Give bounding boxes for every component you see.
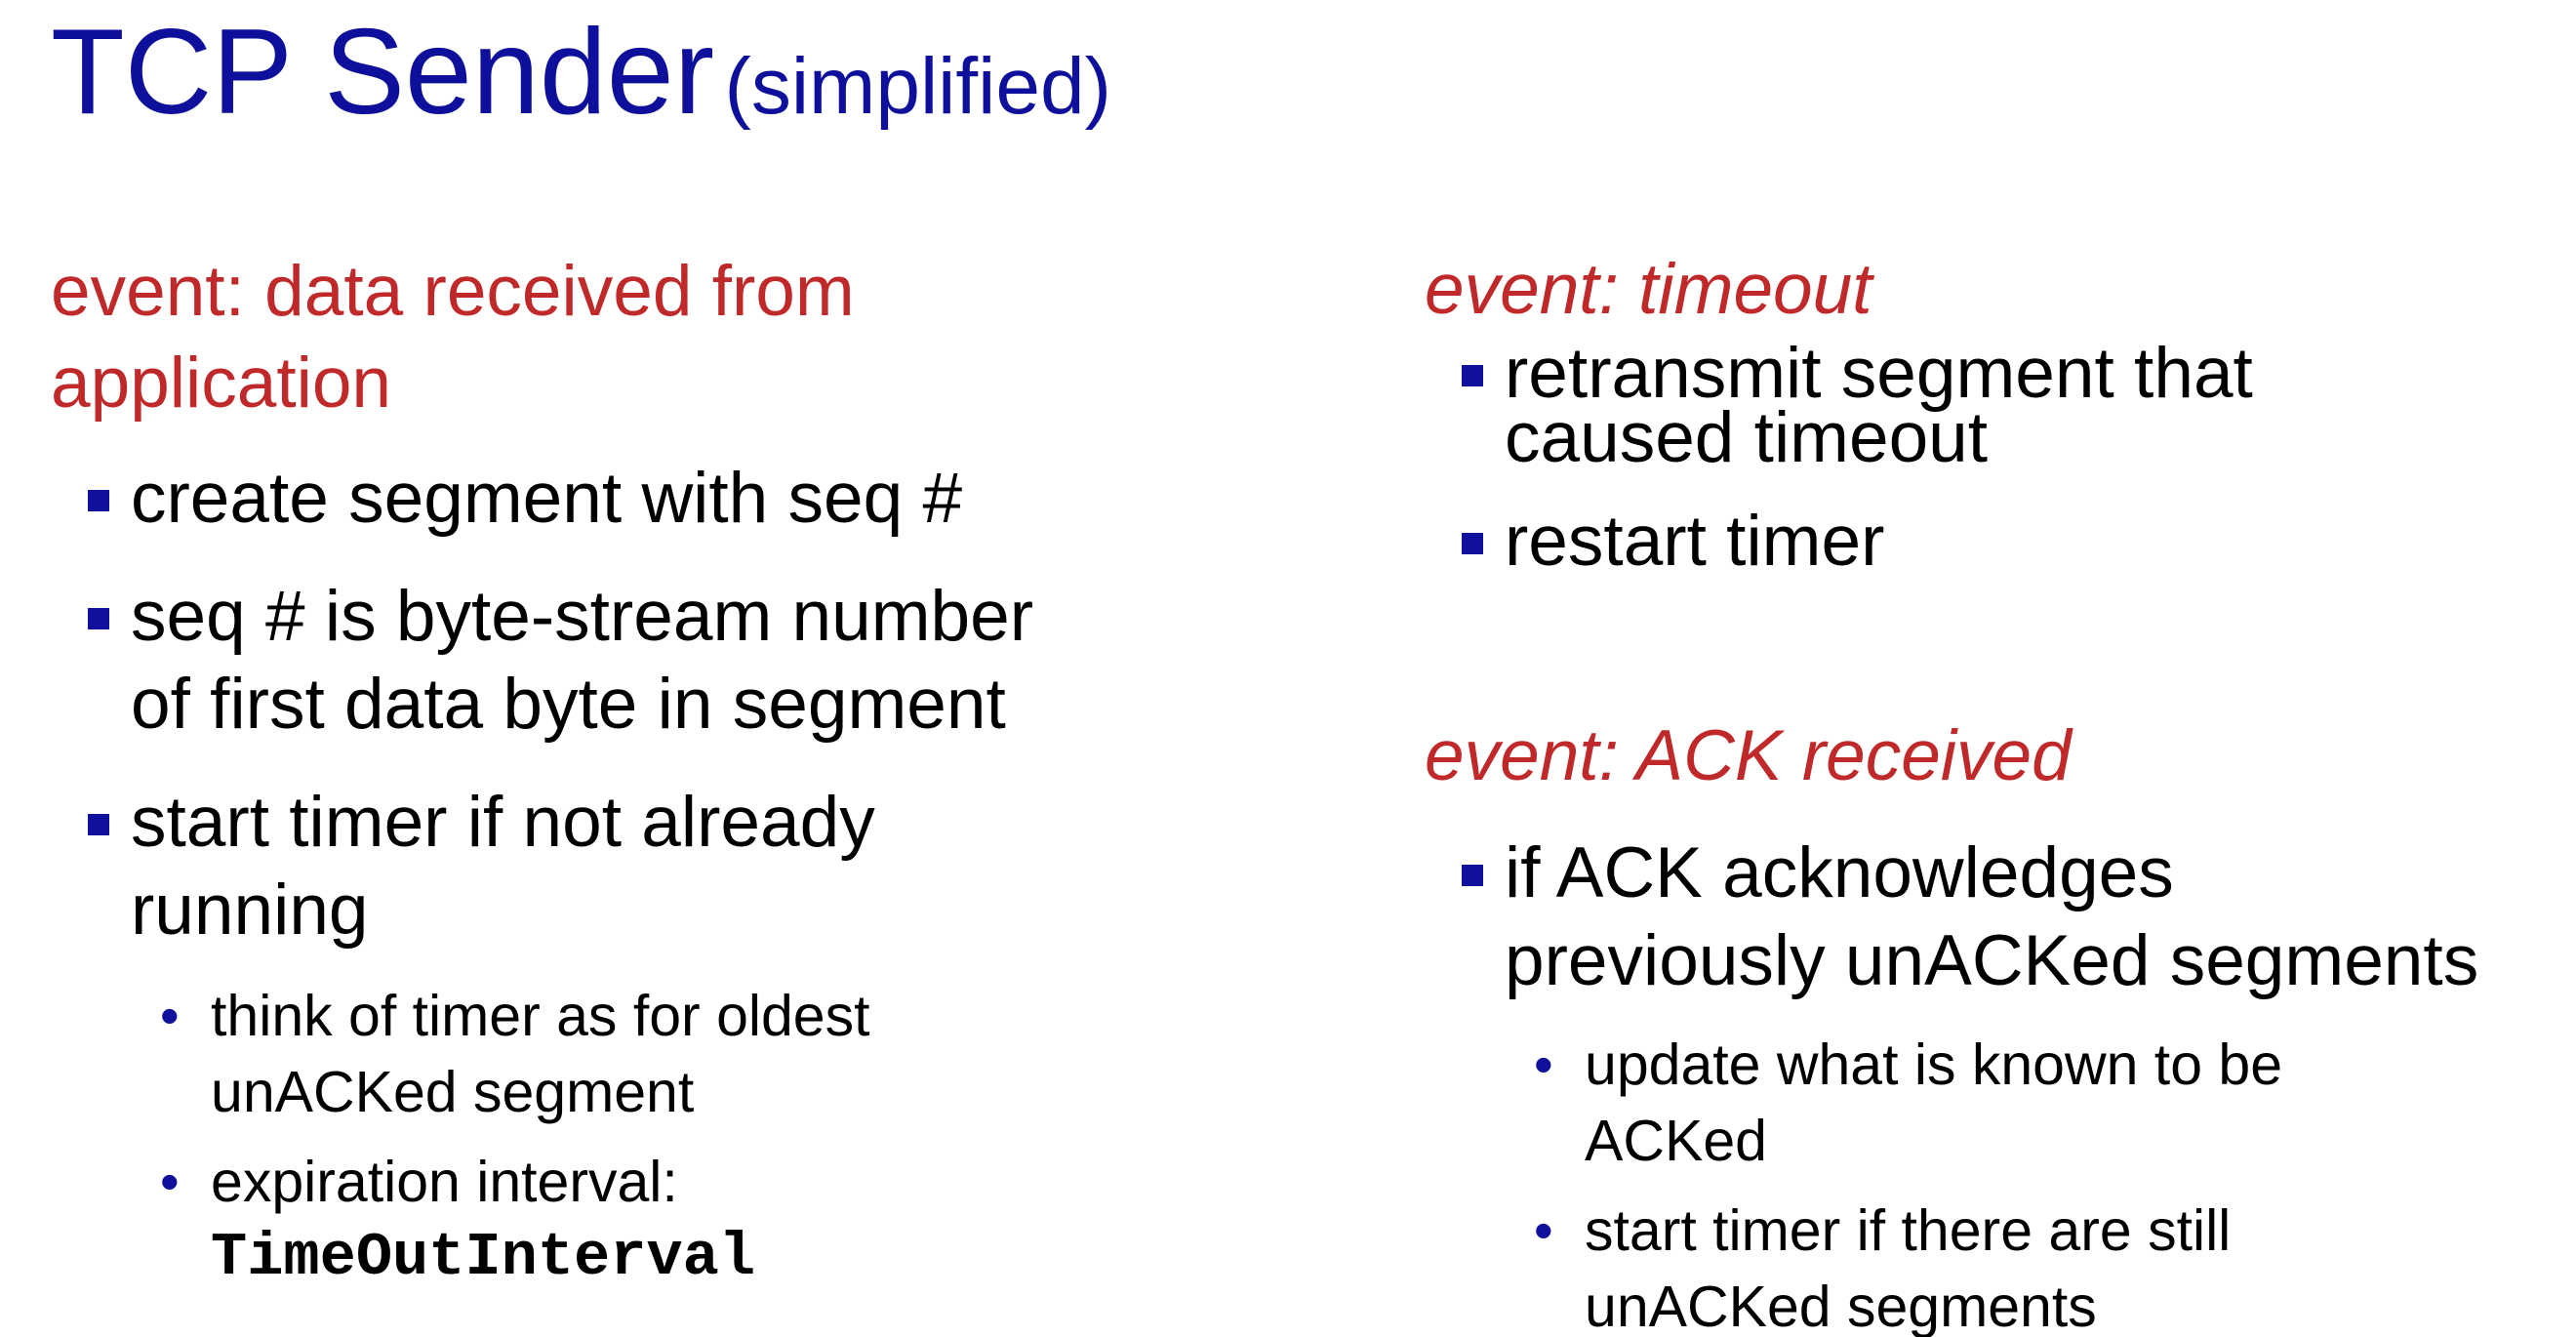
bullet-seq-number: seq # is byte-stream number of first dat… (88, 573, 1034, 749)
sub-bullet-expiration-interval: • expiration interval: TimeOutInterval (160, 1144, 756, 1296)
bullet-text: caused timeout (1505, 398, 1989, 477)
bullet-ack-acknowledges: if ACK acknowledges previously unACKed s… (1462, 830, 2479, 1005)
page-title: TCP Sender (simplified) (51, 12, 1111, 133)
event-heading-line: event: data received from (51, 252, 855, 331)
square-bullet-icon (88, 608, 109, 629)
event-data-received-heading: event: data received from application (51, 246, 855, 429)
round-bullet-icon: • (160, 985, 180, 1046)
bullet-text: restart timer (1505, 502, 1885, 581)
square-bullet-icon (1462, 533, 1483, 554)
sub-bullet-text: think of timer as for oldest (211, 984, 870, 1048)
title-sub: (simplified) (724, 42, 1111, 131)
bullet-create-segment: create segment with seq # (88, 455, 963, 543)
bullet-restart-timer: restart timer (1462, 498, 1885, 586)
sub-bullet-text: start timer if there are still (1585, 1198, 2232, 1263)
sub-bullet-oldest-timer: • think of timer as for oldest unACKed s… (160, 978, 870, 1130)
bullet-text: create segment with seq # (131, 459, 963, 538)
bullet-start-timer: start timer if not already running (88, 779, 875, 954)
sub-bullet-start-timer-still: • start timer if there are still unACKed… (1534, 1193, 2232, 1337)
bullet-text: if ACK acknowledges (1505, 833, 2174, 912)
sub-bullet-text: unACKed segment (211, 1060, 695, 1124)
square-bullet-icon (88, 814, 109, 835)
event-ack-received-heading: event: ACK received (1425, 716, 2072, 795)
sub-bullet-text: ACKed (1585, 1109, 1767, 1173)
title-main: TCP Sender (51, 5, 715, 140)
round-bullet-icon: • (1534, 1033, 1553, 1095)
bullet-text: running (131, 871, 369, 950)
sub-bullet-update-known: • update what is known to be ACKed (1534, 1027, 2283, 1179)
bullet-retransmit: retransmit segment that caused timeout (1462, 334, 2253, 477)
bullet-text: start timer if not already (131, 783, 875, 862)
bullet-text: retransmit segment that (1505, 334, 2253, 413)
bullet-text: of first data byte in segment (131, 665, 1006, 744)
sub-bullet-text: unACKed segments (1585, 1275, 2097, 1337)
round-bullet-icon: • (160, 1151, 180, 1212)
timeout-interval-code: TimeOutInterval (211, 1223, 756, 1292)
event-heading-line: application (51, 344, 392, 423)
round-bullet-icon: • (1534, 1199, 1553, 1261)
bullet-text: previously unACKed segments (1505, 921, 2479, 1000)
sub-bullet-text: expiration interval: (211, 1150, 678, 1214)
square-bullet-icon (1462, 365, 1483, 386)
square-bullet-icon (1462, 865, 1483, 886)
square-bullet-icon (88, 490, 109, 511)
bullet-text: seq # is byte-stream number (131, 577, 1034, 656)
sub-bullet-text: update what is known to be (1585, 1033, 2283, 1097)
event-timeout-heading: event: timeout (1425, 250, 1872, 329)
